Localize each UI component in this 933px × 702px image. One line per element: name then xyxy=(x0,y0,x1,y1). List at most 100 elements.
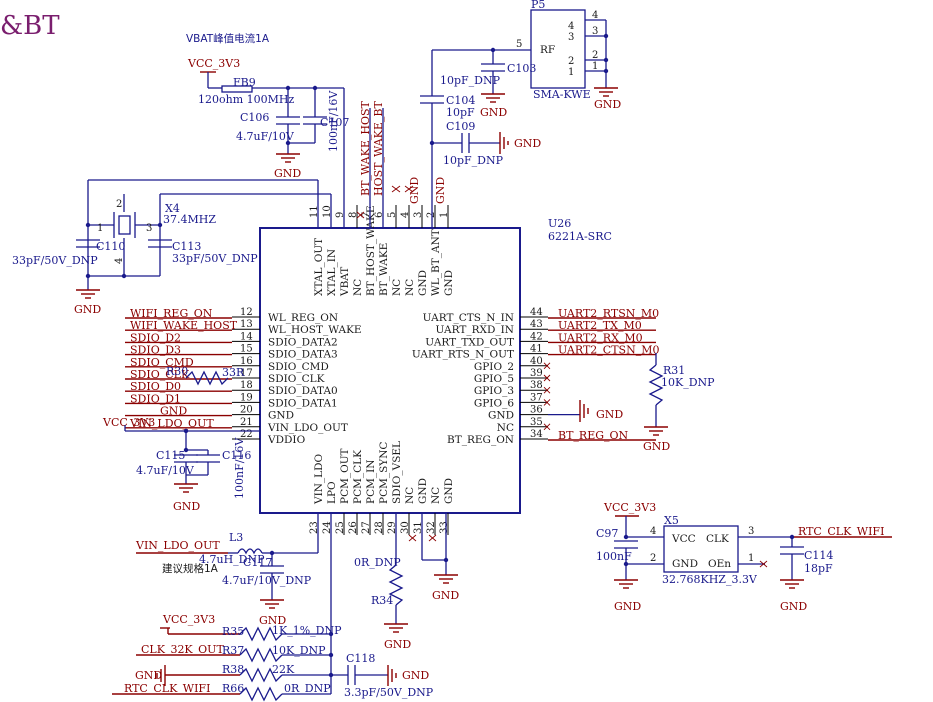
schematic-canvas: &BT U26 6221A-SRC 11 XTAL_OUT 10 XTAL_IN 9 VB… xyxy=(0,0,933,702)
ldo-note: 建议规格1A xyxy=(162,562,219,575)
u26-part: 6221A-SRC xyxy=(548,230,612,243)
u26-pin-num-4: 4 xyxy=(400,212,411,218)
u26-pin-name-40: GPIO_2 xyxy=(474,361,514,373)
u26-pin-name-44: UART_CTS_N_IN xyxy=(423,312,514,324)
u26-ref: U26 xyxy=(548,217,571,230)
c109-gnd: GND xyxy=(514,137,541,150)
p5-gnd: GND xyxy=(594,98,621,111)
u26-pin-name-19: SDIO_DATA1 xyxy=(268,397,338,409)
u26-pin-name-14: SDIO_DATA2 xyxy=(268,336,338,348)
r37-ref: R37 xyxy=(222,644,244,657)
vbat-rail-label: VCC_3V3 xyxy=(187,57,240,70)
x4-pin4: 4 xyxy=(114,258,125,264)
u26-pin-num-5: 5 xyxy=(387,212,398,218)
r38-ref: R38 xyxy=(222,663,244,676)
p5-out-2: 2 xyxy=(592,50,598,61)
u26-pin-num-32: 32 xyxy=(426,521,437,534)
vbat-supply: VBAT峰值电流1A VCC_3V3 FB9 120ohm 100MHz C10… xyxy=(186,32,349,228)
p5-rf-label: RF xyxy=(540,44,555,56)
u26-pin-num-18: 18 xyxy=(240,380,253,391)
u26-pin-name-39: GPIO_5 xyxy=(474,373,514,385)
c103-gnd: GND xyxy=(480,106,507,119)
u26-pin-name-6: BT_WAKE xyxy=(378,243,390,296)
x5-vcc: VCC xyxy=(671,533,696,545)
p5-out-4: 4 xyxy=(592,10,598,21)
x4-pin3: 3 xyxy=(146,223,152,234)
c118-gnd: GND xyxy=(402,669,429,682)
net-label-14: SDIO_D2 xyxy=(130,331,181,344)
net-label-43: UART2_TX_M0 xyxy=(558,319,642,332)
u26-pin-num-1: 1 xyxy=(439,212,450,218)
r35-ref: R35 xyxy=(222,625,244,638)
u26-pin-num-15: 15 xyxy=(240,344,253,355)
c114-ref: C114 xyxy=(804,549,833,562)
p5-out-3: 3 xyxy=(592,26,598,37)
p5-in-1: 1 xyxy=(568,67,574,78)
u26-pin-num-34: 34 xyxy=(530,429,543,440)
fb9-value: 120ohm 100MHz xyxy=(198,93,294,106)
c106-value: 4.7uF/10V xyxy=(236,130,295,143)
r34-value: 0R_DNP xyxy=(354,556,401,569)
vddio-gnd: GND xyxy=(173,500,200,513)
oscillator-x5: VCC_3V3 C97 100nF GND X5 VCC CLK GND OEn… xyxy=(596,501,892,613)
x4-pin2: 2 xyxy=(116,199,122,210)
x4-gnd: GND xyxy=(74,303,101,316)
u26-pin-name-3: GND xyxy=(417,270,429,296)
net-label-20: GND xyxy=(160,405,187,418)
c104-value: 10pF xyxy=(446,106,475,119)
pin36-gnd: GND xyxy=(596,408,623,421)
u26-pin-name-25: PCM_OUT xyxy=(339,448,351,504)
u26-pin-name-43: UART_RXD_IN xyxy=(436,324,514,336)
u26-pin-num-43: 43 xyxy=(530,319,543,330)
u26-pin-name-18: SDIO_DATA0 xyxy=(268,385,338,397)
net-host-wake-bt: HOST_WAKE_BT xyxy=(372,100,385,196)
r34-gnd: GND xyxy=(384,638,411,651)
c97-ref: C97 xyxy=(596,527,618,540)
r38-value: 22K xyxy=(272,663,295,676)
u26-pin-name-42: UART_TXD_OUT xyxy=(425,336,514,348)
net-label-41: UART2_CTSN_M0 xyxy=(558,344,659,357)
x5-ref: X5 xyxy=(664,514,679,527)
u26-pin-name-16: SDIO_CMD xyxy=(268,361,329,373)
net-label-19: SDIO_D1 xyxy=(130,392,181,405)
net-label-18: SDIO_D0 xyxy=(130,380,181,393)
c107-value: 100nF/16V xyxy=(327,90,340,152)
u26-pin-num-14: 14 xyxy=(240,331,253,342)
u26-pin-num-33: 33 xyxy=(439,521,450,534)
x5-oen: OEn xyxy=(708,558,731,570)
c110-ref: C110 xyxy=(96,240,125,253)
u26-pin-name-4: NC xyxy=(404,279,416,296)
c115-ref: C115 xyxy=(156,449,185,462)
x5-p3: 3 xyxy=(748,526,754,537)
net-label-12: WIFI_REG_ON xyxy=(130,307,213,320)
p5-out-1: 1 xyxy=(592,61,598,72)
r31-value: 10K_DNP xyxy=(661,376,715,389)
u26-pin-name-23: VIN_LDO xyxy=(313,453,325,505)
u26-pin-name-2: WL_BT_ANT xyxy=(430,229,442,296)
r35-value: 1K_1%_DNP xyxy=(272,624,342,637)
c118-value: 3.3pF/50V_DNP xyxy=(344,686,434,699)
u26-pin-num-26: 26 xyxy=(348,521,359,534)
r66-symbol xyxy=(239,686,283,702)
u26-pin-name-10: XTAL_IN xyxy=(326,249,338,296)
u26-pin-name-12: WL_REG_ON xyxy=(268,312,338,324)
x4-value: 37.4MHZ xyxy=(163,213,216,226)
u26-pin-num-13: 13 xyxy=(240,319,253,330)
x5-gnd: GND xyxy=(614,600,641,613)
u26-pin-name-41: UART_RTS_N_OUT xyxy=(412,349,514,361)
u26-pin-num-28: 28 xyxy=(374,521,385,534)
r37-value: 10K_DNP xyxy=(272,644,326,657)
p5-in-5: 5 xyxy=(516,39,522,50)
u26-pin-name-29: SDIO_VSEL xyxy=(391,441,403,504)
u26-pin-name-24: LPO xyxy=(326,481,338,504)
u26-pin-num-3: 3 xyxy=(413,212,424,218)
u26-pin-num-37: 37 xyxy=(530,392,543,403)
u26-pin-name-8: NC xyxy=(352,279,364,296)
vbat-gnd: GND xyxy=(274,167,301,180)
u26-pin-name-17: SDIO_CLK xyxy=(268,373,325,385)
c116-value: 100nF/16V xyxy=(233,437,246,499)
c114-value: 18pF xyxy=(804,562,833,575)
vbat-note: VBAT峰值电流1A xyxy=(186,32,270,45)
vddio-rail: VCC_3V3 xyxy=(102,416,155,429)
p5-in-3: 3 xyxy=(568,32,574,43)
